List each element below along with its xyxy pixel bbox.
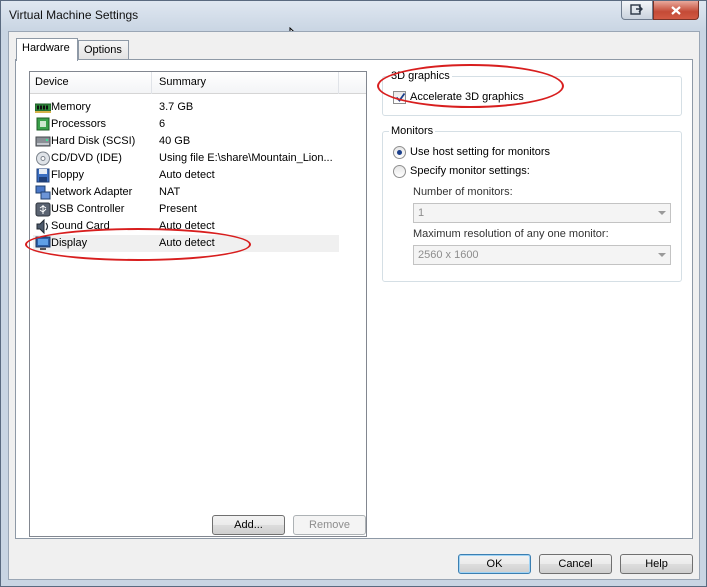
device-row-display[interactable]: Display Auto detect <box>33 235 339 252</box>
memory-icon <box>35 103 51 113</box>
hardware-tab-panel: Device Summary Memory 3.7 GB Processors … <box>15 59 693 539</box>
number-of-monitors-select[interactable]: 1 <box>413 203 671 223</box>
tab-options[interactable]: Options <box>78 40 129 60</box>
device-name: USB Controller <box>51 203 125 215</box>
device-name: Display <box>51 237 88 249</box>
window-title: Virtual Machine Settings <box>9 8 139 22</box>
help-button[interactable]: Help <box>620 554 693 574</box>
restore-icon <box>630 4 643 15</box>
device-name: Hard Disk (SCSI) <box>51 135 136 147</box>
monitors-group: Monitors Use host setting for monitors S… <box>382 125 682 282</box>
add-device-button[interactable]: Add... <box>212 515 285 535</box>
device-name: Memory <box>51 101 91 113</box>
tab-hardware[interactable]: Hardware <box>16 38 78 61</box>
column-header-summary[interactable]: Summary <box>159 76 206 88</box>
select-value: 1 <box>418 207 425 219</box>
accelerate-3d-checkbox[interactable] <box>393 91 406 104</box>
device-row-processors[interactable]: Processors 6 <box>33 116 339 133</box>
usb-icon <box>35 202 51 217</box>
sound-card-icon <box>36 219 49 234</box>
column-header-device[interactable]: Device <box>35 76 69 88</box>
use-host-monitors-radio[interactable] <box>393 146 406 159</box>
group-title: 3D graphics <box>389 70 452 82</box>
device-row-sound-card[interactable]: Sound Card Auto detect <box>33 218 339 235</box>
column-divider[interactable] <box>338 72 339 94</box>
remove-device-button[interactable]: Remove <box>293 515 366 535</box>
network-adapter-icon <box>35 185 51 200</box>
max-resolution-label: Maximum resolution of any one monitor: <box>413 228 609 240</box>
device-list[interactable]: Device Summary Memory 3.7 GB Processors … <box>29 71 367 537</box>
column-divider[interactable] <box>151 72 152 94</box>
close-icon <box>671 5 681 15</box>
dialog-client-area: Hardware Options Device Summary Memory 3… <box>8 31 700 580</box>
use-host-monitors-label[interactable]: Use host setting for monitors <box>410 146 550 158</box>
device-row-cd-dvd[interactable]: CD/DVD (IDE) Using file E:\share\Mountai… <box>33 150 339 167</box>
cd-dvd-icon <box>36 151 50 166</box>
cancel-button[interactable]: Cancel <box>539 554 612 574</box>
device-summary: 6 <box>159 118 166 130</box>
specify-monitors-label[interactable]: Specify monitor settings: <box>410 165 530 177</box>
device-name: Network Adapter <box>51 186 133 198</box>
title-bar[interactable]: Virtual Machine Settings <box>1 1 706 31</box>
device-name: Sound Card <box>51 220 110 232</box>
device-summary: Auto detect <box>159 169 215 181</box>
chevron-down-icon <box>658 211 666 215</box>
device-summary: NAT <box>159 186 181 198</box>
select-value: 2560 x 1600 <box>418 249 479 261</box>
device-row-hard-disk[interactable]: Hard Disk (SCSI) 40 GB <box>33 133 339 150</box>
display-icon <box>35 236 51 250</box>
device-row-floppy[interactable]: Floppy Auto detect <box>33 167 339 184</box>
device-summary: Using file E:\share\Mountain_Lion... <box>159 152 333 164</box>
close-button[interactable] <box>653 1 699 20</box>
device-row-memory[interactable]: Memory 3.7 GB <box>33 99 339 116</box>
device-summary: Auto detect <box>159 220 215 232</box>
3d-graphics-group: 3D graphics Accelerate 3D graphics <box>382 70 682 116</box>
device-summary: 40 GB <box>159 135 191 147</box>
number-of-monitors-label: Number of monitors: <box>413 186 513 198</box>
restore-button[interactable] <box>621 1 653 20</box>
group-title: Monitors <box>389 125 436 137</box>
device-summary: Auto detect <box>159 237 215 249</box>
ok-button[interactable]: OK <box>458 554 531 574</box>
device-summary: 3.7 GB <box>159 101 194 113</box>
checkmark-icon <box>395 92 406 102</box>
max-resolution-select[interactable]: 2560 x 1600 <box>413 245 671 265</box>
processor-icon <box>36 117 50 131</box>
chevron-down-icon <box>658 253 666 257</box>
device-list-header: Device Summary <box>30 72 366 94</box>
device-name: CD/DVD (IDE) <box>51 152 122 164</box>
specify-monitors-radio[interactable] <box>393 165 406 178</box>
dialog-window: Virtual Machine Settings Hardware Option… <box>0 0 707 587</box>
device-row-usb-controller[interactable]: USB Controller Present <box>33 201 339 218</box>
device-summary: Present <box>159 203 197 215</box>
device-name: Floppy <box>51 169 85 181</box>
floppy-icon <box>36 168 50 183</box>
hard-disk-icon <box>35 136 51 147</box>
device-name: Processors <box>51 118 107 130</box>
device-row-network-adapter[interactable]: Network Adapter NAT <box>33 184 339 201</box>
accelerate-3d-label[interactable]: Accelerate 3D graphics <box>410 91 524 103</box>
